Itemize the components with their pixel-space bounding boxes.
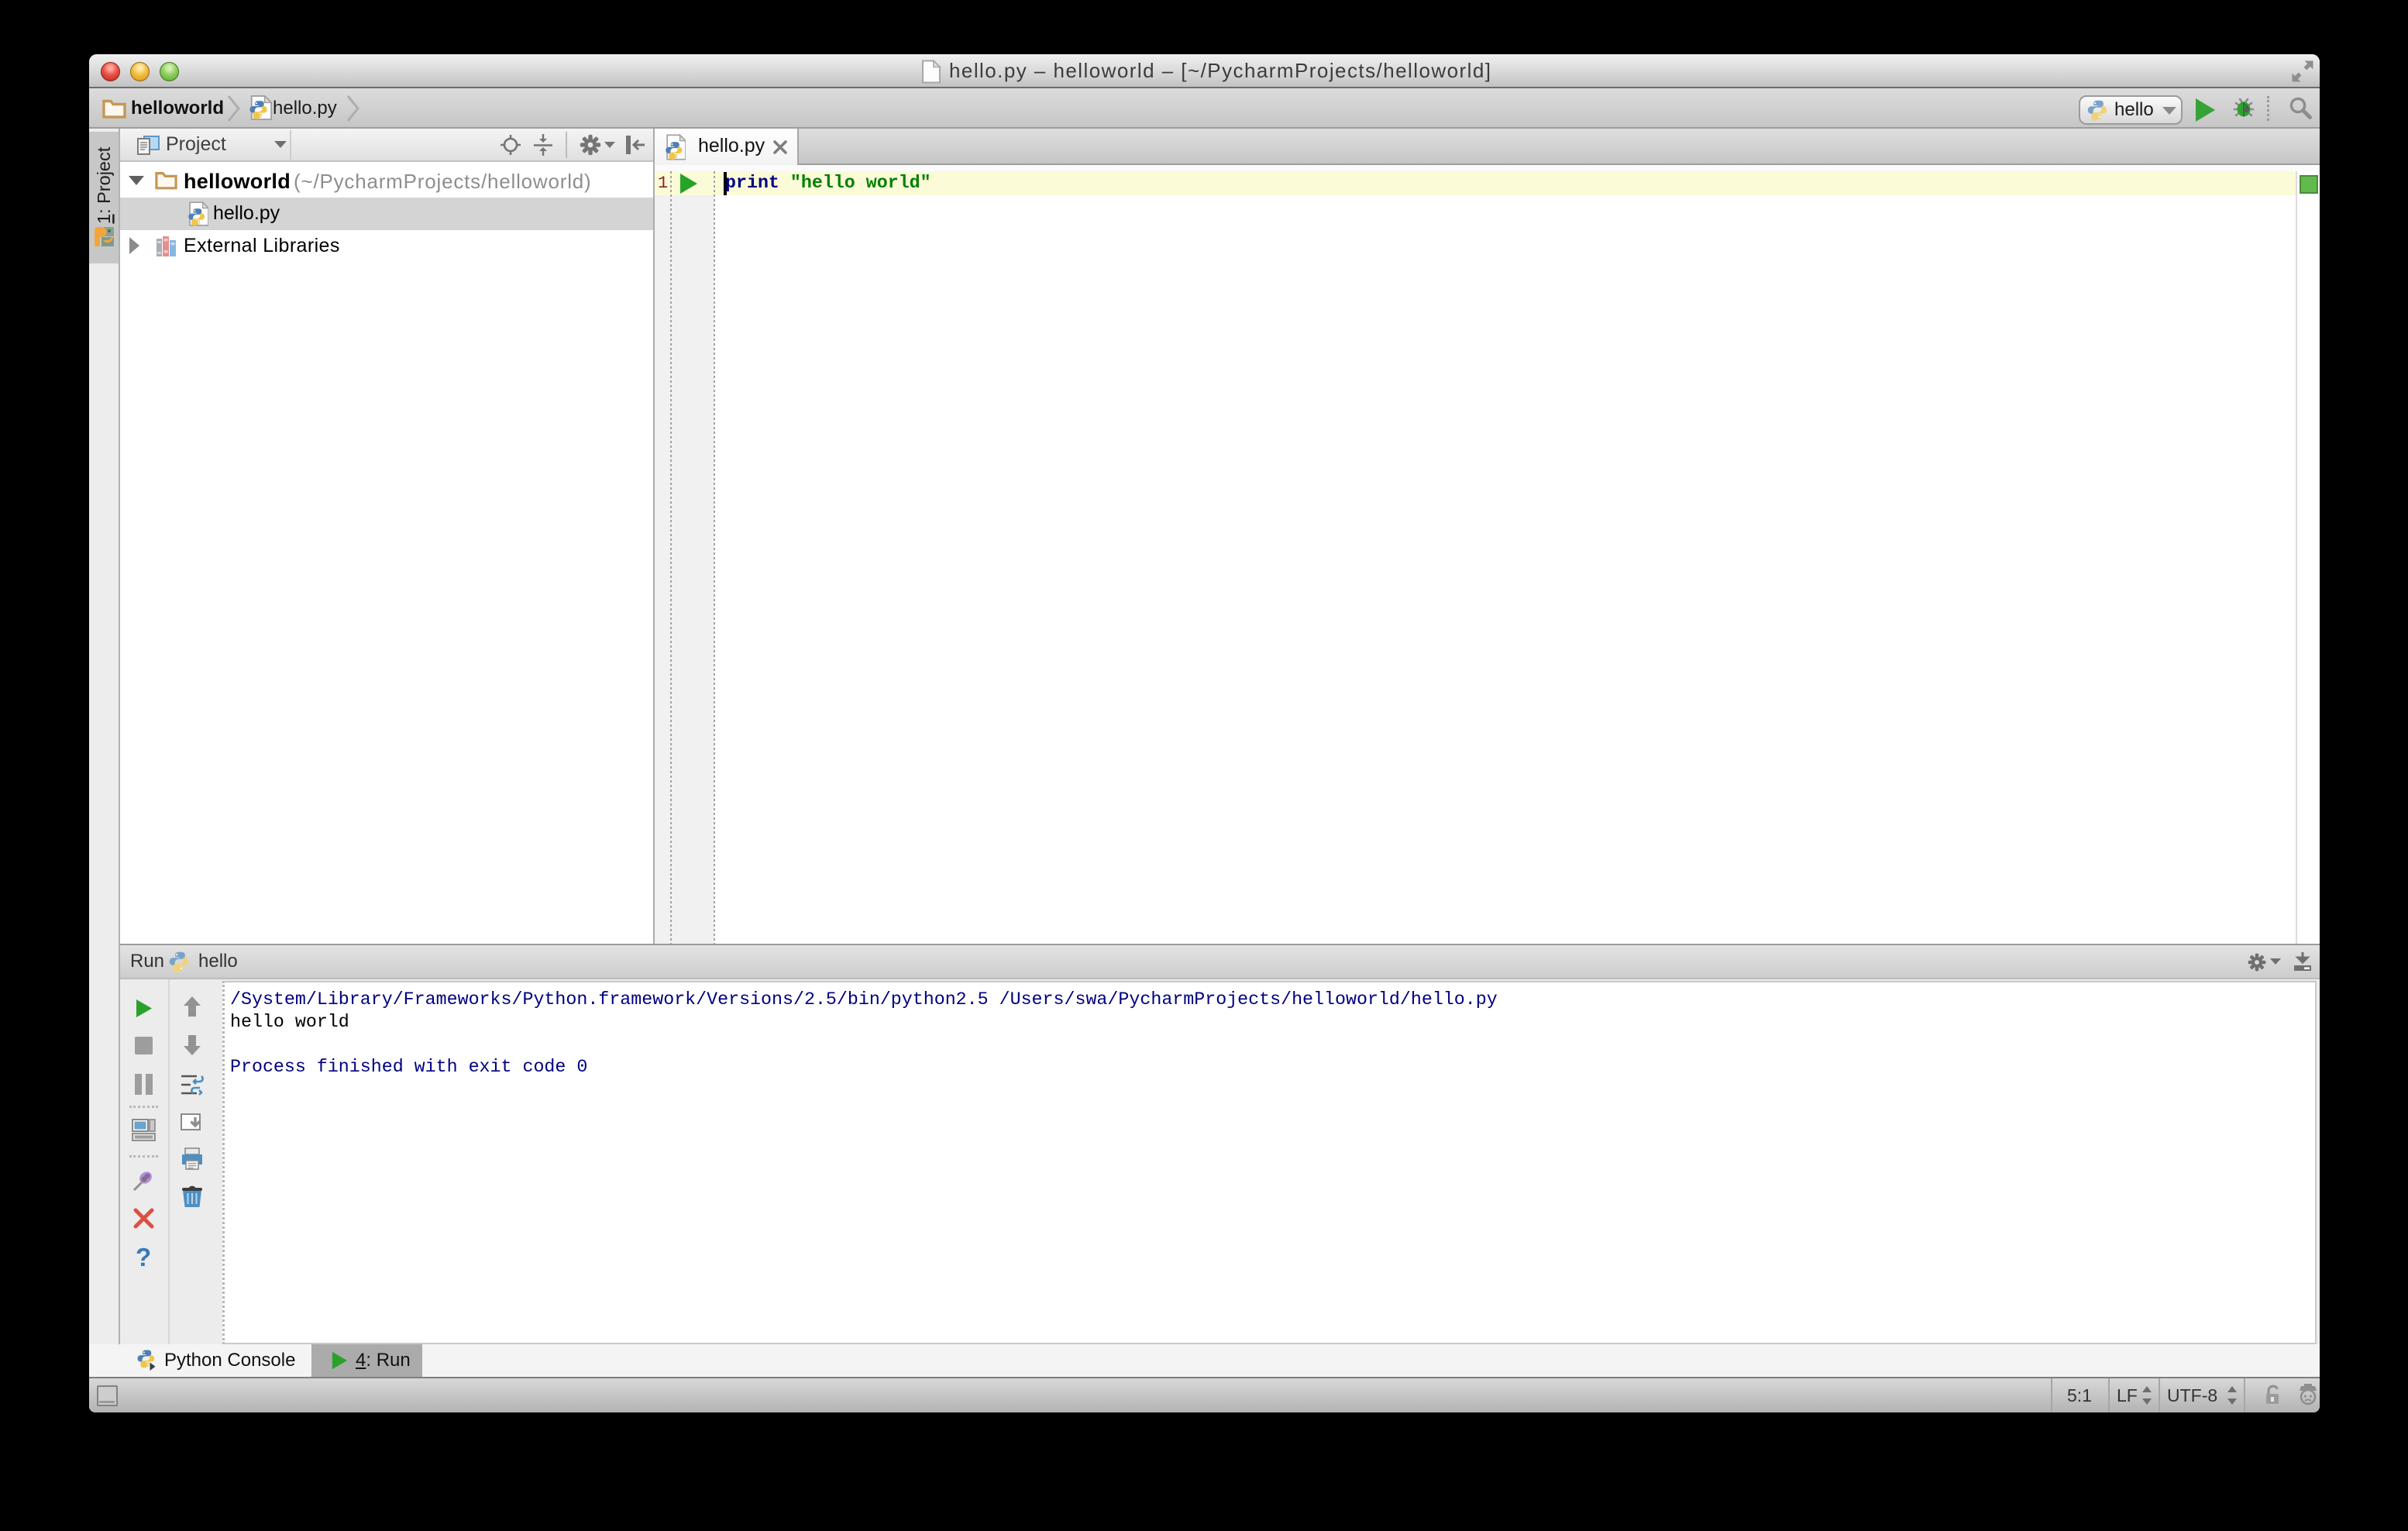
svg-text:1: Project: 1: Project bbox=[94, 146, 114, 224]
